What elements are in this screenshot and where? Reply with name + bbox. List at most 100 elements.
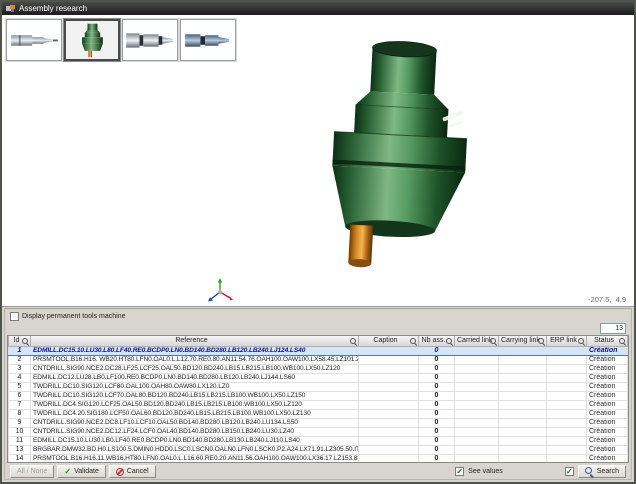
search-label: Search (597, 468, 619, 475)
cancel-button[interactable]: Cancel (109, 465, 156, 478)
cell-carrying-link (499, 445, 547, 454)
table-row[interactable]: 11EDMILL.DC15.10.LU30.LB0.LF40.RE0.BCDP0… (9, 436, 628, 445)
cell-carrying-link (499, 355, 547, 364)
thumbnail-2[interactable] (64, 19, 120, 61)
cell-erp-link (547, 409, 587, 418)
cell-reference: EDMILL.DC15.10.LU30.L80.LF40.RE0.BCDP0.L… (31, 346, 359, 355)
see-values-checkbox[interactable]: ✓ (455, 467, 464, 476)
column-header-label: Reference (175, 337, 207, 344)
cell-carried-link (455, 391, 499, 400)
table-row[interactable]: 2PRSMTOOL.B16.H16. WB20.HT80.LFN0.OAL0.L… (9, 355, 628, 364)
column-filter-icon[interactable] (538, 338, 545, 345)
cell-reference: CNTDRILL.SIG90.NCE2.DC12.LF24.LCF0.OAL40… (31, 427, 359, 436)
column-filter-icon[interactable] (410, 338, 417, 345)
thumbnail-3[interactable] (122, 19, 178, 61)
cell-caption (359, 373, 419, 382)
column-filter-icon[interactable] (619, 338, 626, 345)
thumbnail-4[interactable] (180, 19, 236, 61)
cell-nb-ass: 0 (419, 409, 455, 418)
cell-carrying-link (499, 364, 547, 373)
cell-nb-ass: 0 (419, 382, 455, 391)
column-header-status[interactable]: Status (587, 336, 628, 346)
cell-id: 4 (9, 373, 31, 382)
cell-reference: TWDRILL.DC4.SIG120.LCF25.OAL50.BD120.BD2… (31, 400, 359, 409)
thumbnail-1[interactable] (6, 19, 62, 61)
validate-button[interactable]: ✓ Validate (57, 465, 105, 478)
all-none-label: All / None (17, 468, 47, 475)
column-header-reference[interactable]: Reference (31, 336, 359, 346)
table-row[interactable]: 14PRSMTOOL.B16.H16.11.WB16.HT80.LFN0.OAL… (9, 454, 628, 463)
cell-status: Création (587, 355, 628, 364)
cell-nb-ass: 0 (419, 436, 455, 445)
column-header-label: Carrying link (501, 337, 540, 344)
cell-status: Création (587, 418, 628, 427)
cell-carrying-link (499, 427, 547, 436)
cell-reference: CNTDRILL.SIG90.NCE2.DC8.LF10.LCF10.OAL50… (31, 418, 359, 427)
table-row[interactable]: 1EDMILL.DC15.10.LU30.L80.LF40.RE0.BCDP0.… (9, 346, 628, 355)
cancel-label: Cancel (127, 468, 149, 475)
cell-status: Création (587, 436, 628, 445)
cell-status: Création (587, 427, 628, 436)
cell-status: Création (587, 346, 628, 355)
cell-nb-ass: 0 (419, 418, 455, 427)
cell-caption (359, 400, 419, 409)
column-filter-icon[interactable] (22, 338, 29, 345)
display-permanent-tools-checkbox[interactable] (10, 312, 19, 321)
column-filter-icon[interactable] (350, 338, 357, 345)
search-button[interactable]: Search (578, 465, 626, 478)
cell-erp-link (547, 427, 587, 436)
cell-carried-link (455, 436, 499, 445)
cell-reference: TWDRILL.DC10.SIG120.LCF80.OAL100.OAH80.O… (31, 382, 359, 391)
table-row[interactable]: 8TWDRILL.DC4.20.SIG180.LCF50.OAL60.BD120… (9, 409, 628, 418)
cell-status: Création (587, 400, 628, 409)
see-values-label: See values (468, 468, 503, 475)
titlebar: Assembly research (2, 2, 634, 15)
all-none-button[interactable]: All / None (10, 465, 54, 478)
assembly-research-window: Assembly research (0, 0, 636, 484)
cell-nb-ass: 0 (419, 346, 455, 355)
column-filter-icon[interactable] (490, 338, 497, 345)
cell-id: 2 (9, 355, 31, 364)
table-row[interactable]: 4EDMILL.DC12.LU28.LB0.LF100.RE0.BCDP0.LN… (9, 373, 628, 382)
cell-id: 13 (9, 445, 31, 454)
cell-erp-link (547, 382, 587, 391)
column-header-label: Status (594, 337, 614, 344)
cell-carried-link (455, 373, 499, 382)
table-row[interactable]: 6TWDRILL.DC10.SIG120.LCF70.OAL80.BD120.B… (9, 391, 628, 400)
column-header-carrying-link[interactable]: Carrying link (499, 336, 547, 346)
table-row[interactable]: 3CNTDRILL.SIG90.NCE2.DC28.LF25.LCF25.OAL… (9, 364, 628, 373)
cell-id: 8 (9, 409, 31, 418)
column-header-id[interactable]: Id (9, 336, 31, 346)
column-header-carried-link[interactable]: Carried link (455, 336, 499, 346)
validate-check-icon: ✓ (64, 468, 71, 476)
cell-carried-link (455, 454, 499, 463)
cell-carried-link (455, 445, 499, 454)
search-option-checkbox[interactable]: ✓ (565, 467, 574, 476)
cell-id: 6 (9, 391, 31, 400)
cell-reference: TWDRILL.DC4.20.SIG180.LCF50.OAL60.BD120.… (31, 409, 359, 418)
column-header-label: Carried link (457, 337, 492, 344)
cell-nb-ass: 0 (419, 364, 455, 373)
cell-id: 11 (9, 436, 31, 445)
viewport-3d[interactable]: -207.5, 4.9 (2, 15, 634, 307)
thumbnail-4-image (181, 20, 235, 60)
table-row[interactable]: 7TWDRILL.DC4.SIG120.LCF25.OAL50.BD120.BD… (9, 400, 628, 409)
column-filter-icon[interactable] (578, 338, 585, 345)
column-header-erp-link[interactable]: ERP link (547, 336, 587, 346)
cell-status: Création (587, 373, 628, 382)
cell-id: 1 (9, 346, 31, 355)
table-row[interactable]: 10CNTDRILL.SIG90.NCE2.DC12.LF24.LCF0.OAL… (9, 427, 628, 436)
cell-erp-link (547, 436, 587, 445)
table-row[interactable]: 5TWDRILL.DC10.SIG120.LCF80.OAL100.OAH80.… (9, 382, 628, 391)
table-row[interactable]: 9CNTDRILL.SIG90.NCE2.DC8.LF10.LCF10.OAL5… (9, 418, 628, 427)
results-table: Id Reference CaptionNb ass.Carried link Car… (7, 335, 629, 463)
validate-label: Validate (74, 468, 99, 475)
result-count-field[interactable]: 13 (600, 323, 626, 334)
cell-id: 7 (9, 400, 31, 409)
column-header-nb-ass[interactable]: Nb ass. (419, 336, 455, 346)
column-filter-icon[interactable] (446, 338, 453, 345)
table-row[interactable]: 13BRGBAR.DMW32.BD.H0.LS100.5.DMIN0.HDD0.… (9, 445, 628, 454)
column-header-caption[interactable]: Caption (359, 336, 419, 346)
cell-carrying-link (499, 382, 547, 391)
column-header-label: Id (14, 337, 20, 344)
